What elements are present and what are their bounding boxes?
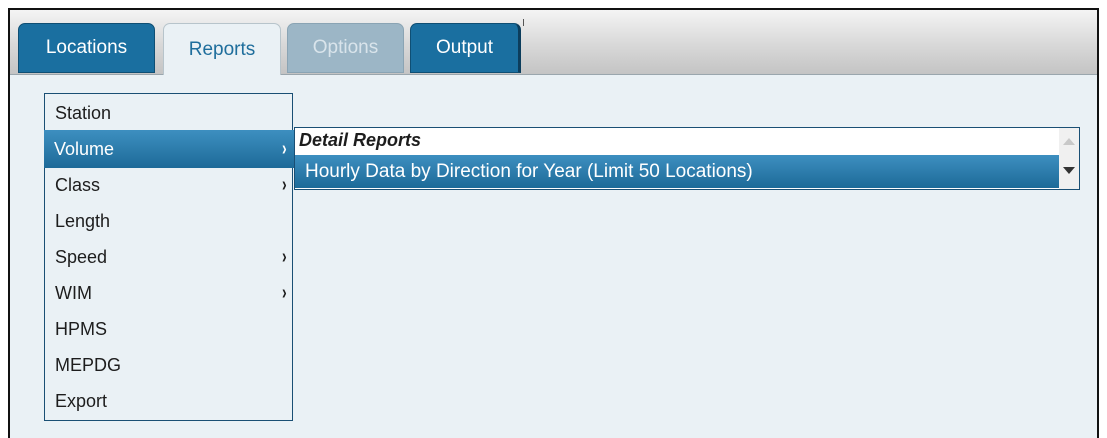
tab-options: Options (287, 23, 404, 73)
menu-item-label: Class (55, 174, 101, 195)
menu-item-class[interactable]: Class › (45, 167, 292, 203)
menu-item-label: Volume (54, 138, 115, 159)
menu-item-hpms[interactable]: HPMS (45, 311, 292, 347)
menu-item-label: Export (55, 390, 108, 411)
menu-item-label: MEPDG (55, 354, 122, 375)
menu-item-volume[interactable]: Volume › (44, 130, 295, 168)
chevron-right-icon: › (282, 281, 287, 304)
menu-item-label: HPMS (55, 318, 108, 339)
menu-item-label: Speed (55, 246, 108, 267)
tab-reports[interactable]: Reports (163, 23, 281, 75)
volume-submenu: Detail Reports Hourly Data by Direction … (294, 127, 1080, 190)
reports-menu: Station Volume › Class › Length Speed › WIM… (44, 93, 295, 421)
scroll-down-icon[interactable] (1063, 167, 1075, 174)
submenu-item-hourly-data[interactable]: Hourly Data by Direction for Year (Limit… (295, 155, 1059, 188)
tab-locations[interactable]: Locations (18, 23, 155, 73)
tab-output[interactable]: Output (410, 23, 521, 73)
menu-item-length[interactable]: Length (45, 203, 292, 239)
menu-item-label: WIM (55, 282, 92, 303)
menu-item-export[interactable]: Export (45, 383, 292, 419)
tab-bar-tick (523, 19, 524, 26)
menu-item-label: Length (55, 210, 111, 231)
chevron-right-icon: › (282, 245, 287, 268)
scroll-up-icon[interactable] (1063, 138, 1075, 145)
submenu-scrollbar[interactable] (1059, 128, 1079, 189)
submenu-header: Detail Reports (299, 130, 422, 150)
menu-item-wim[interactable]: WIM › (45, 275, 292, 311)
menu-item-mepdg[interactable]: MEPDG (45, 347, 292, 383)
menu-item-label: Station (55, 102, 112, 123)
tab-bar: Locations Reports Options Output (10, 10, 1097, 75)
chevron-right-icon: › (282, 173, 287, 196)
menu-item-speed[interactable]: Speed › (45, 239, 292, 275)
chevron-right-icon: › (282, 137, 287, 160)
menu-item-station[interactable]: Station (45, 95, 292, 131)
